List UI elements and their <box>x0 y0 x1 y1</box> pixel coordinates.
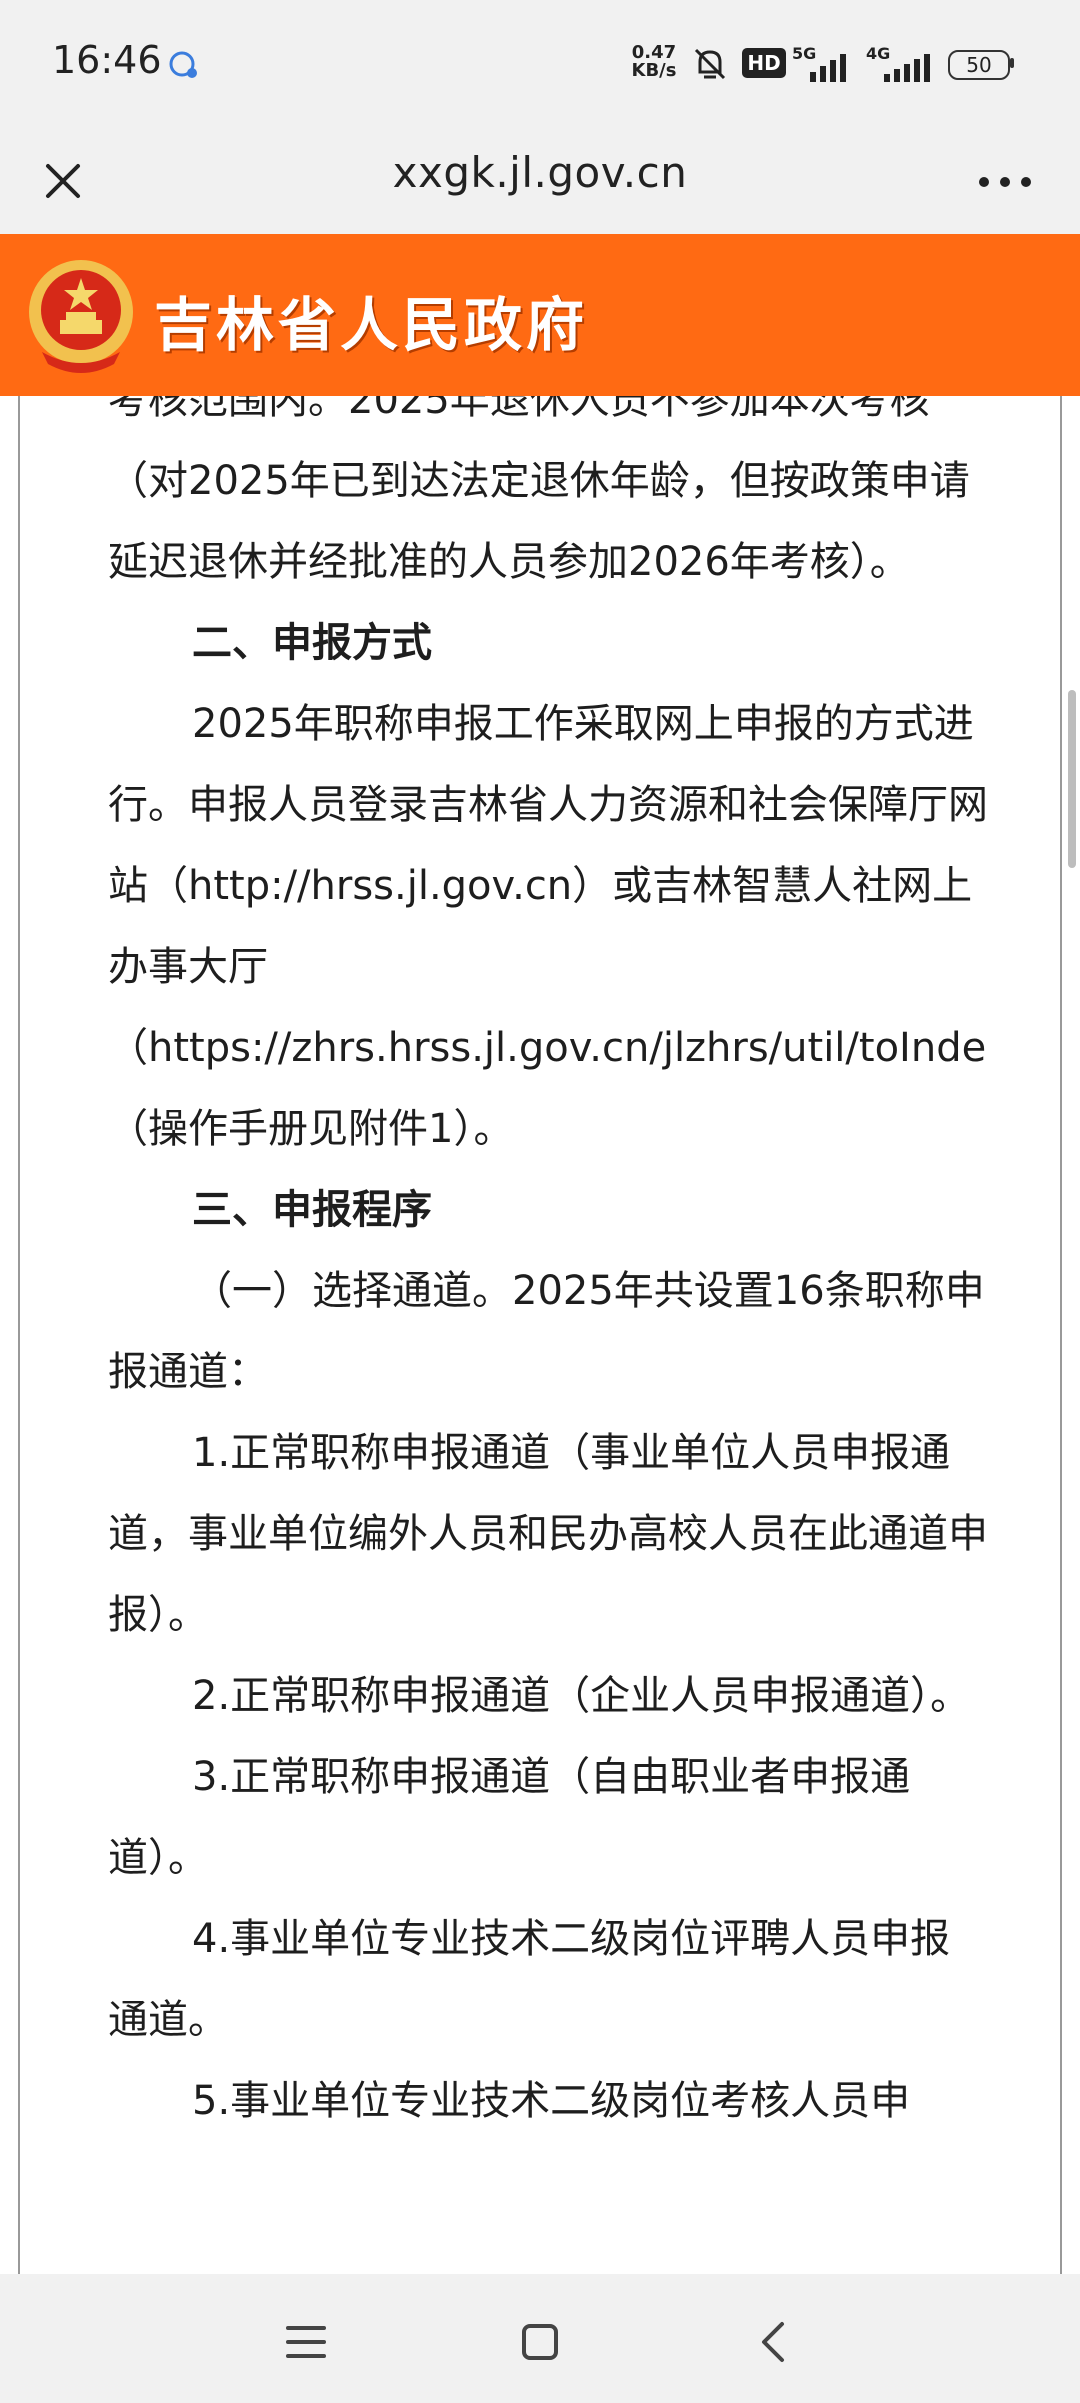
list-item: 4.事业单位专业技术二级岗位评聘人员申报通道。 <box>108 1916 951 2043</box>
net-speed: 0.47 KB/s <box>626 44 682 80</box>
list-item: 2.正常职称申报通道（企业人员申报通道）。 <box>192 1673 971 1719</box>
hd-icon: HD <box>742 48 786 78</box>
site-header: 吉林省人民政府 <box>0 234 1080 396</box>
section-heading: 二、申报方式 <box>192 620 432 666</box>
site-title: 吉林省人民政府 <box>154 291 589 359</box>
paragraph: （操作手册见附件1）。 <box>108 1106 514 1152</box>
paragraph-url[interactable]: （https://zhrs.hrss.jl.gov.cn/jlzhrs/util… <box>108 1008 988 1089</box>
battery-icon: 50 <box>948 50 1010 80</box>
paragraph: 2025年职称申报工作采取网上申报的方式进行。申报人员登录吉林省人力资源和社会保… <box>108 701 988 990</box>
paragraph: 考核范围内。2025年退休人员不参加本次考核（对2025年已到达法定退休年龄，但… <box>108 396 970 585</box>
hd-label: HD <box>747 51 781 75</box>
back-icon[interactable] <box>744 2312 804 2372</box>
status-bar: 16:46 0.47 KB/s HD 5G 4G 50 <box>0 0 1080 128</box>
signal-4g-icon: 4G <box>866 44 936 84</box>
paragraph: （一）选择通道。2025年共设置16条职称申报通道： <box>108 1268 985 1395</box>
sync-icon <box>169 51 197 78</box>
url-display[interactable]: xxgk.jl.gov.cn <box>0 148 1080 197</box>
home-icon[interactable] <box>510 2312 570 2372</box>
menu-icon[interactable] <box>276 2312 336 2372</box>
mute-icon <box>694 48 726 80</box>
scrollbar[interactable] <box>1068 690 1076 868</box>
status-time: 16:46 <box>52 38 162 82</box>
net-speed-unit: KB/s <box>631 60 677 81</box>
section-heading: 三、申报程序 <box>192 1187 432 1233</box>
article-frame: 考核范围内。2025年退休人员不参加本次考核（对2025年已到达法定退休年龄，但… <box>18 396 1062 2274</box>
battery-tip <box>1010 58 1014 68</box>
navigation-bar <box>0 2274 1080 2403</box>
signal-5g-icon: 5G <box>792 44 854 84</box>
list-item: 1.正常职称申报通道（事业单位人员申报通道，事业单位编外人员和民办高校人员在此通… <box>108 1430 988 1638</box>
more-icon[interactable] <box>970 152 1040 212</box>
list-item: 5.事业单位专业技术二级岗位考核人员申 <box>192 2078 911 2124</box>
list-item: 3.正常职称申报通道（自由职业者申报通道）。 <box>108 1754 911 1881</box>
article-content: 考核范围内。2025年退休人员不参加本次考核（对2025年已到达法定退休年龄，但… <box>108 396 988 2142</box>
battery-level: 50 <box>966 53 992 77</box>
browser-toolbar: xxgk.jl.gov.cn <box>0 128 1080 234</box>
national-emblem-logo <box>29 260 133 373</box>
